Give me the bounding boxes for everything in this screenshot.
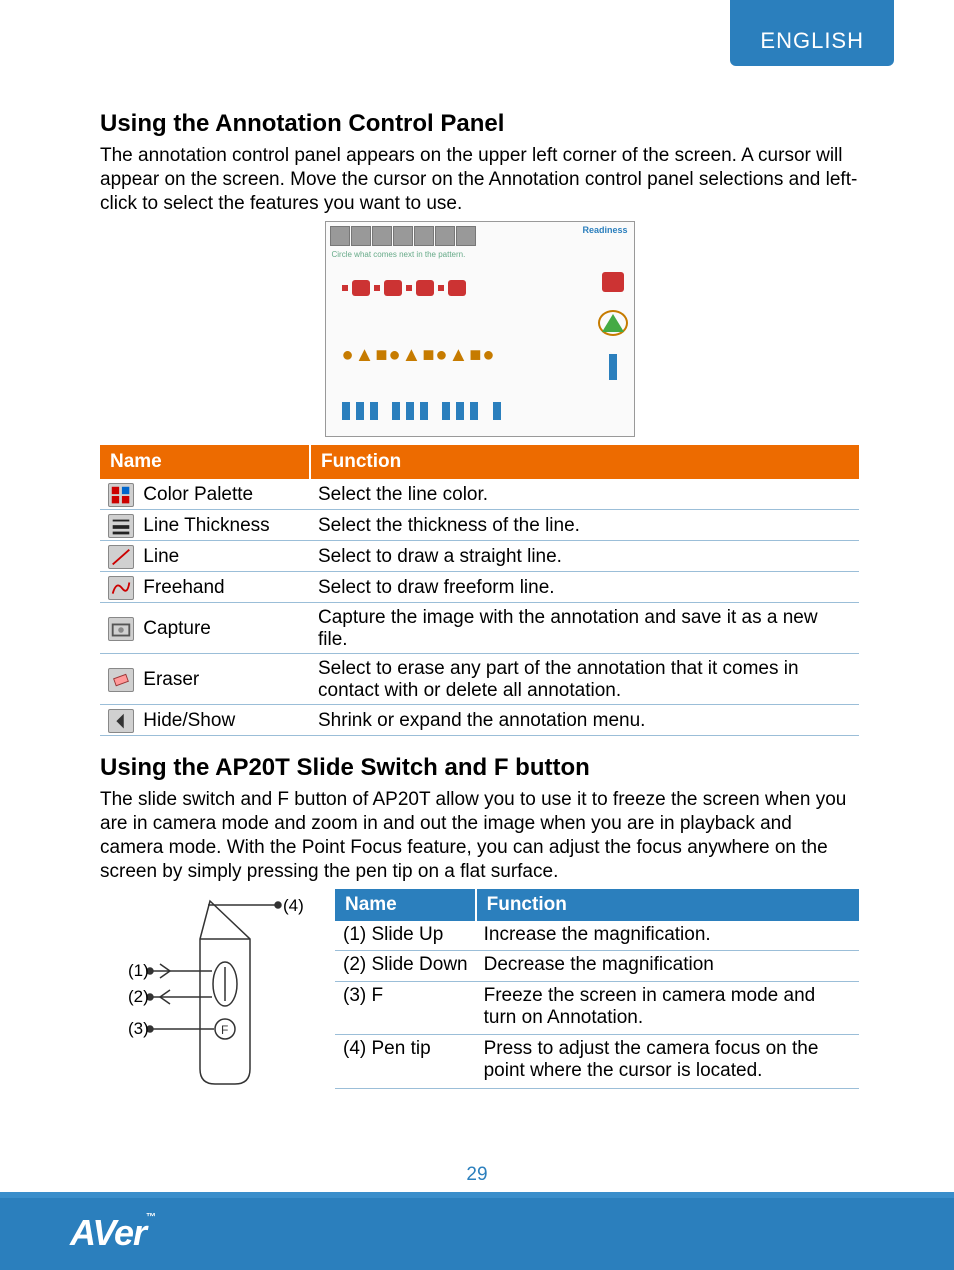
row-name: Hide/Show <box>143 710 235 731</box>
row-function: Increase the magnification. <box>476 921 859 951</box>
row-function: Select the thickness of the line. <box>310 510 859 541</box>
page-number: 29 <box>0 1164 954 1186</box>
table-row: Color Palette Select the line color. <box>100 479 859 510</box>
row-name: Capture <box>143 618 211 639</box>
row-function: Press to adjust the camera focus on the … <box>476 1035 859 1089</box>
row-name: Eraser <box>143 669 199 690</box>
worksheet-caption: Circle what comes next in the pattern. <box>332 250 466 259</box>
section1-title: Using the Annotation Control Panel <box>100 110 859 138</box>
diagram-label-4: (4) <box>283 896 304 915</box>
row-name: (3) F <box>335 981 476 1035</box>
anno-th-function: Function <box>310 445 859 479</box>
table-row: Hide/Show Shrink or expand the annotatio… <box>100 705 859 736</box>
eraser-icon <box>108 668 134 692</box>
row-function: Decrease the magnification <box>476 951 859 981</box>
diagram-label-3: (3) <box>128 1019 149 1038</box>
table-row: (2) Slide Down Decrease the magnificatio… <box>335 951 859 981</box>
readiness-label: Readiness <box>582 225 627 235</box>
pen-diagram: F (1) (2) (3) (4) <box>100 889 325 1089</box>
row-name: (4) Pen tip <box>335 1035 476 1089</box>
anno-th-name: Name <box>100 445 310 479</box>
pattern-row-1 <box>342 280 574 296</box>
row-name: Line <box>143 546 179 567</box>
table-row: Line Select to draw a straight line. <box>100 541 859 572</box>
row-name: Line Thickness <box>143 515 269 536</box>
table-row: Eraser Select to erase any part of the a… <box>100 654 859 705</box>
section2-intro: The slide switch and F button of AP20T a… <box>100 788 859 883</box>
svg-text:F: F <box>221 1023 228 1037</box>
row-name: Freehand <box>143 577 224 598</box>
freehand-icon <box>108 576 134 600</box>
row-function: Shrink or expand the annotation menu. <box>310 705 859 736</box>
aver-logo: AVer™ <box>70 1212 155 1254</box>
page-content: Using the Annotation Control Panel The a… <box>0 0 954 1089</box>
line-icon <box>108 545 134 569</box>
row-function: Capture the image with the annotation an… <box>310 603 859 654</box>
hide-show-icon <box>108 709 134 733</box>
color-palette-icon <box>108 483 134 507</box>
row-name: Color Palette <box>143 484 253 505</box>
pattern-row-2: ●▲■●▲■●▲■● <box>342 344 574 367</box>
line-thickness-icon <box>108 514 134 538</box>
section1-intro: The annotation control panel appears on … <box>100 144 859 215</box>
row-function: Select to erase any part of the annotati… <box>310 654 859 705</box>
language-tab: ENGLISH <box>730 0 894 66</box>
row-function: Select the line color. <box>310 479 859 510</box>
ap20t-table: Name Function (1) Slide Up Increase the … <box>335 889 859 1089</box>
diagram-label-2: (2) <box>128 987 149 1006</box>
toolbar-strip <box>330 226 476 248</box>
row-name: (2) Slide Down <box>335 951 476 981</box>
pattern-right-column <box>598 272 628 380</box>
table-row: Capture Capture the image with the annot… <box>100 603 859 654</box>
row-function: Select to draw freeform line. <box>310 572 859 603</box>
annotation-table: Name Function Color Palette Select the l… <box>100 445 859 736</box>
diagram-label-1: (1) <box>128 961 149 980</box>
table-row: (3) F Freeze the screen in camera mode a… <box>335 981 859 1035</box>
capture-icon <box>108 617 134 641</box>
section2-title: Using the AP20T Slide Switch and F butto… <box>100 754 859 782</box>
row-function: Select to draw a straight line. <box>310 541 859 572</box>
table-row: Freehand Select to draw freeform line. <box>100 572 859 603</box>
ap-th-function: Function <box>476 889 859 921</box>
table-row: (1) Slide Up Increase the magnification. <box>335 921 859 951</box>
ap-th-name: Name <box>335 889 476 921</box>
pattern-row-3 <box>342 402 574 420</box>
annotation-screenshot: Readiness Circle what comes next in the … <box>325 221 635 437</box>
row-function: Freeze the screen in camera mode and tur… <box>476 981 859 1035</box>
table-row: (4) Pen tip Press to adjust the camera f… <box>335 1035 859 1089</box>
row-name: (1) Slide Up <box>335 921 476 951</box>
table-row: Line Thickness Select the thickness of t… <box>100 510 859 541</box>
